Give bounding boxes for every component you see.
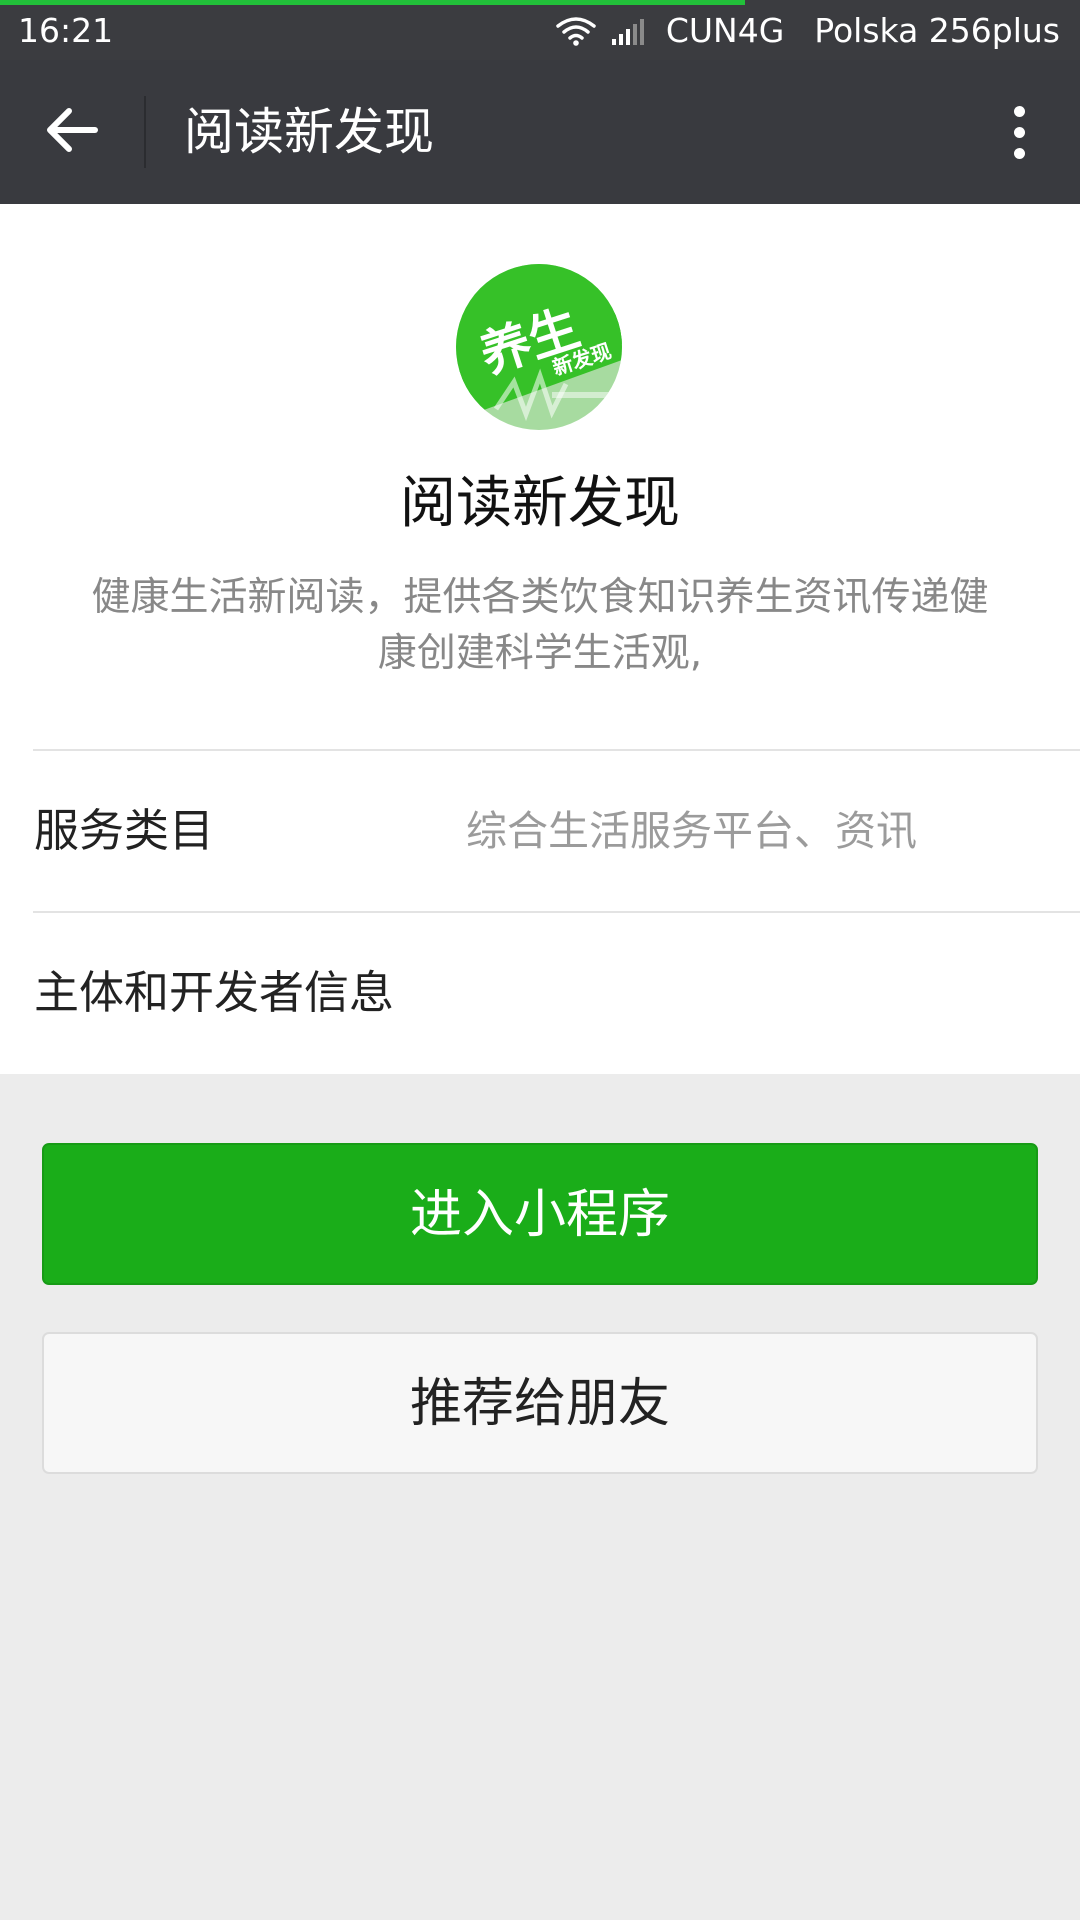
app-description-line: 健康生活新阅读，提供各类饮食知识养生资讯传递健 xyxy=(91,575,989,620)
more-vert-icon xyxy=(1013,105,1025,117)
action-bar-divider xyxy=(144,96,146,168)
app-description-line: 康创建科学生活观, xyxy=(377,631,703,676)
profile-section: 养生 新发现 阅读新发现 健康生活新阅读，提供各类饮食知识养生资讯传递健 康创建… xyxy=(0,204,1080,1074)
developer-info-label: 主体和开发者信息 xyxy=(34,966,395,1019)
back-button[interactable] xyxy=(26,90,116,174)
carrier-label: CUN4G xyxy=(665,11,785,50)
service-category-label: 服务类目 xyxy=(34,804,215,857)
enter-mini-program-button[interactable]: 进入小程序 xyxy=(42,1143,1038,1285)
app-name: 阅读新发现 xyxy=(400,471,680,536)
status-bar: 16:21 CUN4G Polska 256plus xyxy=(0,0,1080,60)
signal-icon xyxy=(610,17,646,45)
back-arrow-icon xyxy=(43,105,99,159)
developer-info-row[interactable]: 主体和开发者信息 xyxy=(0,913,1080,1073)
recommend-to-friend-button[interactable]: 推荐给朋友 xyxy=(42,1332,1038,1474)
service-category-row: 服务类目 综合生活服务平台、资讯 xyxy=(0,751,1080,911)
mini-program-profile-screen: 16:21 CUN4G Polska 256plus 阅读新发现 养生 新发现 … xyxy=(0,0,1080,1920)
page-title: 阅读新发现 xyxy=(184,103,434,161)
wifi-icon xyxy=(556,16,596,46)
carrier-label-secondary: Polska 256plus xyxy=(814,11,1060,50)
app-logo: 养生 新发现 xyxy=(456,264,622,430)
action-bar: 阅读新发现 xyxy=(0,60,1080,204)
more-options-button[interactable] xyxy=(984,90,1054,174)
app-description: 健康生活新阅读，提供各类饮食知识养生资讯传递健 康创建科学生活观, xyxy=(50,570,1030,682)
service-category-value: 综合生活服务平台、资讯 xyxy=(466,807,917,855)
status-time: 16:21 xyxy=(18,11,114,50)
page-load-progress-bar xyxy=(0,0,746,5)
status-indicators: CUN4G Polska 256plus xyxy=(556,11,1060,51)
